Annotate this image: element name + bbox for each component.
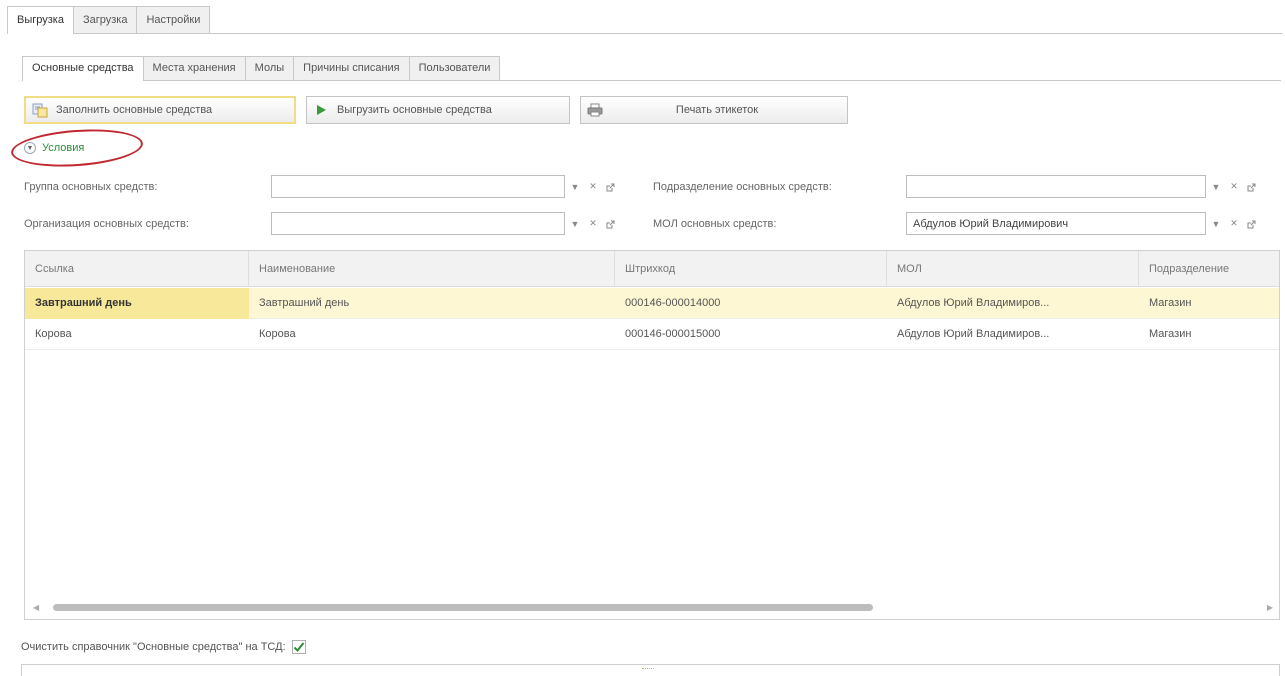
export-fixed-assets-label: Выгрузить основные средства [337,104,492,116]
column-header-ref[interactable]: Ссылка [25,251,249,287]
panel-grip-icon [642,668,654,672]
subdivision-filter-controls: ▼ ✕ [1207,175,1261,198]
table-row[interactable]: Завтрашний день Завтрашний день 000146-0… [25,288,1279,319]
fill-fixed-assets-button[interactable]: Заполнить основные средства [24,96,296,124]
clear-icon[interactable]: ✕ [584,178,602,196]
sub-tabbar-divider [22,80,1281,81]
dropdown-arrow-icon[interactable]: ▼ [566,215,584,233]
clear-directory-row: Очистить справочник "Основные средства" … [21,640,306,654]
column-header-subdivision[interactable]: Подразделение [1139,251,1279,287]
cell-name: Корова [259,328,296,340]
subdivision-filter-input[interactable] [906,175,1206,198]
column-header-name[interactable]: Наименование [249,251,615,287]
cell-barcode: 000146-000015000 [625,328,721,340]
group-filter-input[interactable] [271,175,565,198]
cell-ref: Корова [35,328,72,340]
subdivision-filter-label: Подразделение основных средств: [653,181,832,193]
table-row[interactable]: Корова Корова 000146-000015000 Абдулов Ю… [25,319,1279,350]
print-labels-button[interactable]: Печать этикеток [580,96,848,124]
mol-filter-value: Абдулов Юрий Владимирович [913,217,1069,230]
conditions-toggle[interactable]: ▼ Условия [24,139,84,157]
scroll-right-icon[interactable]: ▶ [1267,603,1273,612]
clear-directory-label: Очистить справочник "Основные средства" … [21,641,286,653]
tab-users[interactable]: Пользователи [408,56,501,80]
print-labels-label: Печать этикеток [675,104,759,116]
top-tabbar-divider [7,33,1283,34]
tab-writeoff-reasons[interactable]: Причины списания [293,56,410,80]
group-filter-controls: ▼ ✕ [566,175,620,198]
tab-settings[interactable]: Настройки [136,6,211,33]
conditions-label: Условия [42,142,85,154]
clear-directory-checkbox[interactable] [291,640,306,654]
open-link-icon[interactable] [1243,215,1261,233]
tab-mols[interactable]: Молы [244,56,295,80]
cell-mol: Абдулов Юрий Владимиров... [897,328,1050,340]
clear-icon[interactable]: ✕ [1225,178,1243,196]
chevron-down-icon: ▼ [24,142,36,154]
dropdown-arrow-icon[interactable]: ▼ [566,178,584,196]
clear-icon[interactable]: ✕ [584,215,602,233]
scroll-left-icon[interactable]: ◀ [33,603,39,612]
cell-name: Завтрашний день [259,297,350,309]
bottom-panel [21,664,1280,676]
organization-filter-controls: ▼ ✕ [566,212,620,235]
column-header-barcode[interactable]: Штрихкод [615,251,887,287]
mol-filter-controls: ▼ ✕ [1207,212,1261,235]
group-filter-label: Группа основных средств: [24,181,158,193]
clear-icon[interactable]: ✕ [1225,215,1243,233]
horizontal-scrollbar[interactable] [53,604,873,611]
column-header-mol[interactable]: МОЛ [887,251,1139,287]
fixed-assets-table: Ссылка Наименование Штрихкод МОЛ Подразд… [24,250,1280,620]
tab-export[interactable]: Выгрузка [7,6,74,34]
cell-ref: Завтрашний день [25,288,249,319]
play-icon [313,102,329,118]
fill-fixed-assets-label: Заполнить основные средства [56,104,213,116]
mol-filter-input[interactable]: Абдулов Юрий Владимирович [906,212,1206,235]
dropdown-arrow-icon[interactable]: ▼ [1207,178,1225,196]
organization-filter-input[interactable] [271,212,565,235]
cell-subdivision: Магазин [1149,297,1192,309]
tab-fixed-assets[interactable]: Основные средства [22,56,144,81]
fill-list-icon [32,102,48,118]
organization-filter-label: Организация основных средств: [24,218,189,230]
cell-mol: Абдулов Юрий Владимиров... [897,297,1050,309]
dropdown-arrow-icon[interactable]: ▼ [1207,215,1225,233]
printer-icon [587,102,603,118]
open-link-icon[interactable] [602,215,620,233]
export-fixed-assets-button[interactable]: Выгрузить основные средства [306,96,570,124]
cell-subdivision: Магазин [1149,328,1192,340]
open-link-icon[interactable] [1243,178,1261,196]
checkmark-icon [293,642,304,652]
open-link-icon[interactable] [602,178,620,196]
tab-storage-places[interactable]: Места хранения [142,56,246,80]
table-header: Ссылка Наименование Штрихкод МОЛ Подразд… [25,251,1279,287]
top-tabbar: Выгрузка Загрузка Настройки [7,6,211,34]
mol-filter-label: МОЛ основных средств: [653,218,777,230]
tab-import[interactable]: Загрузка [72,6,138,33]
sub-tabbar: Основные средства Места хранения Молы Пр… [22,56,501,81]
cell-barcode: 000146-000014000 [625,297,721,309]
